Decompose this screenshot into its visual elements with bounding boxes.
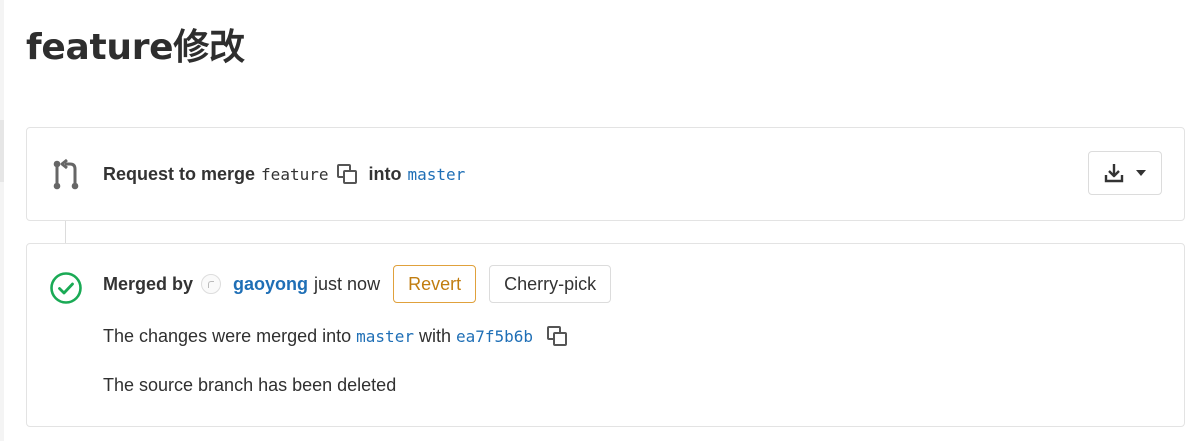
user-link[interactable]: gaoyong bbox=[233, 274, 308, 295]
source-branch: feature bbox=[261, 164, 329, 184]
target-branch-link[interactable]: master bbox=[356, 327, 414, 346]
into-label: into bbox=[368, 163, 402, 184]
merge-request-icon bbox=[53, 158, 79, 190]
revert-button[interactable]: Revert bbox=[393, 265, 477, 303]
copy-icon[interactable] bbox=[546, 325, 568, 347]
avatar[interactable] bbox=[201, 274, 222, 294]
check-circle-icon bbox=[50, 272, 82, 304]
source-branch-status: The source branch has been deleted bbox=[103, 375, 397, 395]
timeline-connector bbox=[65, 221, 66, 243]
merged-time: just now bbox=[314, 273, 381, 294]
copy-icon[interactable] bbox=[336, 163, 358, 185]
download-dropdown-button[interactable] bbox=[1088, 151, 1162, 195]
changes-prefix: The changes were merged into bbox=[103, 325, 352, 346]
target-branch-link[interactable]: master bbox=[407, 165, 465, 184]
merged-changes-line: The changes were merged into master with… bbox=[103, 324, 578, 348]
page-title: feature修改 bbox=[26, 27, 245, 68]
commit-sha-link[interactable]: ea7f5b6b bbox=[456, 327, 533, 346]
sidebar-collapse-tab[interactable] bbox=[0, 120, 4, 182]
merged-status-card: Merged by gaoyong just now Revert Cherry… bbox=[26, 243, 1185, 427]
merged-by-label: Merged by bbox=[103, 273, 194, 294]
request-prefix: Request to merge bbox=[103, 163, 256, 184]
changes-with: with bbox=[418, 325, 451, 346]
download-icon bbox=[1104, 164, 1124, 183]
left-sidebar-edge bbox=[0, 0, 4, 441]
merged-by-line: Merged by gaoyong just now Revert Cherry… bbox=[103, 265, 612, 303]
cherry-pick-button[interactable]: Cherry-pick bbox=[489, 265, 612, 303]
chevron-down-icon bbox=[1136, 170, 1146, 176]
request-to-merge-line: Request to merge feature into master bbox=[103, 160, 465, 188]
merge-request-card: Request to merge feature into master bbox=[26, 127, 1185, 221]
